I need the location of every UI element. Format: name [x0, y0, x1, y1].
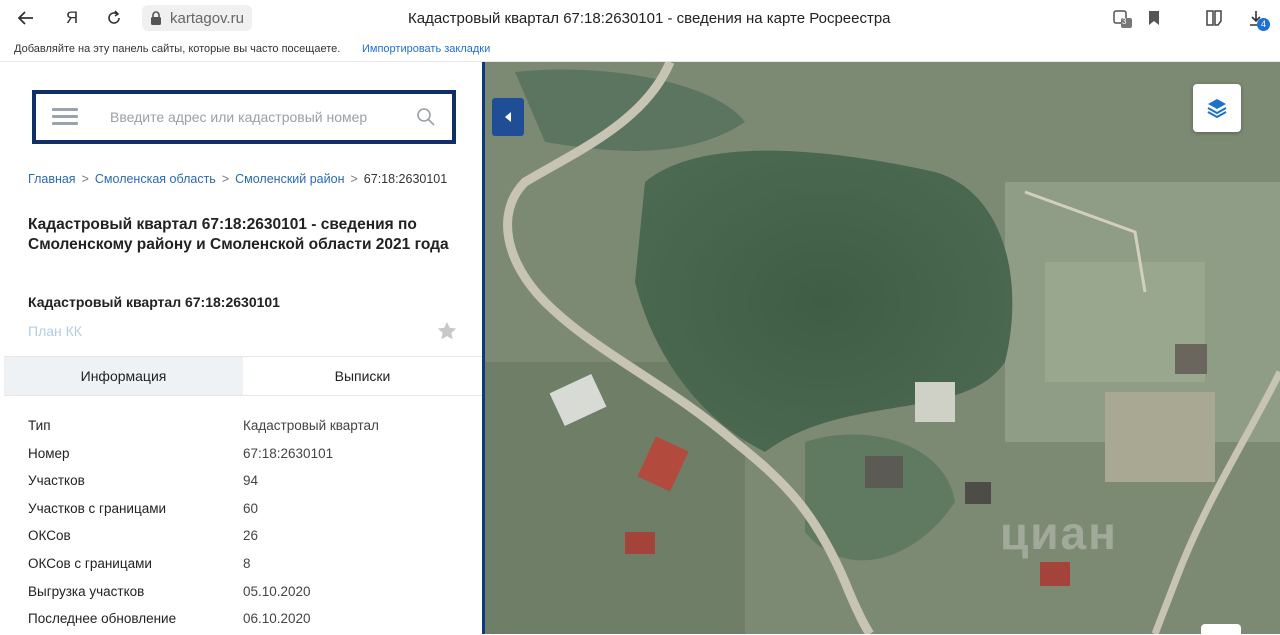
page-heading: Кадастровый квартал 67:18:2630101 - свед…	[28, 216, 449, 253]
reload-icon[interactable]	[102, 6, 126, 30]
chevron-left-icon	[505, 112, 511, 122]
star-icon[interactable]	[436, 320, 458, 342]
back-arrow-icon[interactable]	[14, 6, 38, 30]
reader-icon[interactable]	[1202, 6, 1226, 30]
page-title: Кадастровый квартал 67:18:2630101 - свед…	[408, 10, 891, 27]
info-panel: Введите адрес или кадастровый номер Глав…	[0, 62, 485, 634]
table-row: Тип Кадастровый квартал	[28, 414, 468, 442]
row-key: Участков с границами	[28, 500, 167, 516]
row-value: 94	[243, 473, 259, 489]
table-row: Номер 67:18:2630101	[28, 442, 468, 470]
row-key: Участков	[28, 473, 85, 489]
breadcrumb-home[interactable]: Главная	[28, 172, 76, 186]
row-value: 67:18:2630101	[243, 445, 334, 461]
menu-icon[interactable]	[52, 108, 78, 126]
address-bar[interactable]: kartagov.ru	[142, 5, 252, 31]
collections-count: 3	[1122, 17, 1127, 26]
map-watermark: циан	[1000, 507, 1118, 559]
table-row: Участков 94	[28, 469, 468, 497]
table-row: ОКСов 26	[28, 524, 468, 552]
plan-link[interactable]: План КК	[28, 323, 82, 339]
layers-icon	[1207, 99, 1227, 119]
tab-statements[interactable]: Выписки	[243, 357, 482, 395]
url-text: kartagov.ru	[170, 9, 244, 27]
row-key: Последнее обновление	[28, 611, 177, 627]
search-box[interactable]: Введите адрес или кадастровый номер	[32, 90, 456, 144]
table-row: Выгрузка участков 05.10.2020	[28, 580, 468, 608]
table-row: Участков с границами 60	[28, 497, 468, 525]
search-input[interactable]: Введите адрес или кадастровый номер	[110, 109, 367, 125]
page-subheading: Кадастровый квартал 67:18:2630101	[28, 294, 280, 310]
row-value: 05.10.2020	[243, 583, 311, 599]
row-key: ОКСов	[28, 528, 71, 544]
info-table: Тип Кадастровый квартал Номер 67:18:263010…	[28, 414, 468, 635]
satellite-imagery	[485, 62, 1280, 634]
breadcrumb-current: 67:18:2630101	[363, 172, 448, 186]
downloads-badge: 4	[1257, 18, 1270, 31]
row-value: 06.10.2020	[243, 611, 311, 627]
row-key: ОКСов с границами	[28, 555, 152, 571]
bookmark-icon[interactable]	[1142, 6, 1166, 30]
row-value: 60	[243, 500, 259, 516]
row-value: 26	[243, 528, 259, 544]
layers-button[interactable]	[1193, 84, 1241, 132]
tab-information[interactable]: Информация	[4, 357, 243, 395]
browser-toolbar: Я kartagov.ru Кадастровый квартал 67:18:…	[0, 0, 1280, 36]
map-control-button[interactable]	[1201, 624, 1241, 634]
import-bookmarks-link[interactable]: Импортировать закладки	[362, 43, 490, 55]
table-row: Последнее обновление 06.10.2020	[28, 607, 468, 635]
collapse-panel-button[interactable]	[492, 98, 524, 136]
tab-bar: Информация Выписки	[4, 356, 482, 396]
breadcrumb: Главная > Смоленская область > Смоленский ра…	[28, 172, 448, 186]
bookmarks-bar: Добавляйте на эту панель сайты, которые …	[0, 36, 1280, 62]
table-row: ОКСов с границами 8	[28, 552, 468, 580]
row-key: Выгрузка участков	[28, 583, 145, 599]
breadcrumb-region[interactable]: Смоленская область	[95, 172, 216, 186]
row-value: 8	[243, 555, 251, 571]
row-key: Номер	[28, 445, 70, 461]
search-icon[interactable]	[416, 107, 436, 127]
bookmarks-hint: Добавляйте на эту панель сайты, которые …	[14, 43, 341, 55]
satellite-map[interactable]: циан	[485, 62, 1280, 634]
row-key: Тип	[28, 418, 51, 433]
row-value: Кадастровый квартал	[243, 418, 379, 433]
yandex-home-icon[interactable]: Я	[60, 6, 84, 30]
breadcrumb-district[interactable]: Смоленский район	[235, 172, 344, 186]
lock-icon	[151, 11, 161, 25]
